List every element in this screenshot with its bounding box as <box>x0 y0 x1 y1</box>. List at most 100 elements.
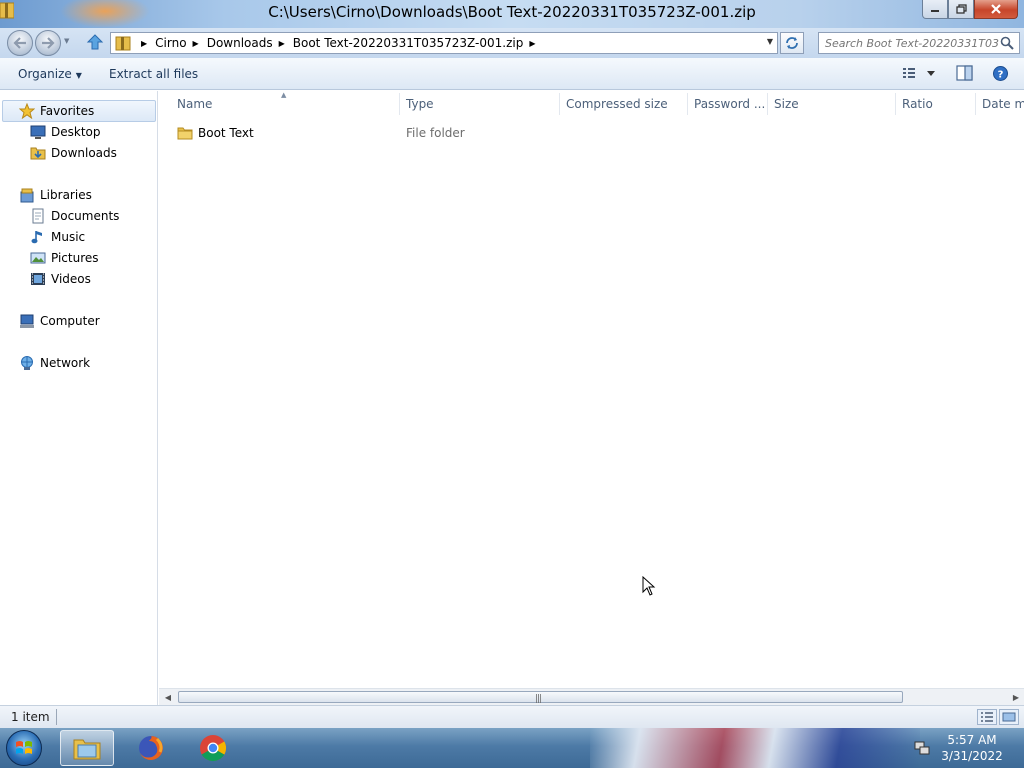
view-options-icon <box>903 68 935 78</box>
libraries-icon <box>19 187 35 203</box>
breadcrumb-separator[interactable]: ▶ <box>193 39 199 48</box>
desktop-icon <box>30 124 46 140</box>
nav-documents[interactable]: Documents <box>30 206 119 226</box>
music-icon <box>30 229 46 245</box>
search-input[interactable] <box>819 33 999 53</box>
column-header-type[interactable]: Type <box>406 97 434 111</box>
breadcrumb-item[interactable]: Downloads ▶ <box>207 36 293 50</box>
window-title: C:\Users\Cirno\Downloads\Boot Text-20220… <box>268 3 756 21</box>
chrome-icon <box>200 735 227 762</box>
minimize-button[interactable] <box>922 0 948 19</box>
taskbar-explorer[interactable] <box>60 730 114 766</box>
command-bar: Organize ▼ Extract all files ? <box>0 58 1024 90</box>
nav-network[interactable]: Network <box>19 353 90 373</box>
change-view-button[interactable] <box>900 65 940 84</box>
search-box[interactable] <box>818 32 1020 54</box>
scroll-right-button[interactable]: ▶ <box>1008 691 1024 704</box>
minimize-icon <box>931 10 939 12</box>
chevron-down-icon: ▼ <box>75 71 82 80</box>
large-icons-view-icon <box>1002 712 1016 722</box>
sort-ascending-icon: ▲ <box>281 91 287 99</box>
breadcrumb-item[interactable]: Boot Text-20220331T035723Z-001.zip ▶ <box>293 36 544 50</box>
star-icon <box>19 103 35 119</box>
windows-logo-icon <box>16 741 32 754</box>
nav-libraries[interactable]: Libraries <box>19 185 92 205</box>
status-bar: 1 item <box>0 705 1024 728</box>
large-icons-view-button[interactable] <box>999 709 1019 725</box>
videos-icon <box>30 271 46 287</box>
nav-videos[interactable]: Videos <box>30 269 91 289</box>
help-button[interactable]: ? <box>992 65 1009 85</box>
taskbar-chrome[interactable] <box>186 730 240 766</box>
column-divider[interactable] <box>559 93 560 115</box>
network-tray-icon[interactable] <box>914 740 930 756</box>
details-view-button[interactable] <box>977 709 997 725</box>
address-row: ▼ ▶ Cirno ▶ Downloads ▶ Boot Text-20220331… <box>0 28 1024 58</box>
breadcrumb-separator[interactable]: ▶ <box>279 39 285 48</box>
clock[interactable]: 5:57 AM 3/31/2022 <box>940 732 1004 764</box>
nav-downloads[interactable]: Downloads <box>30 143 117 163</box>
firefox-icon <box>139 736 163 760</box>
folder-icon <box>177 127 193 140</box>
column-header-password[interactable]: Password ... <box>694 97 765 111</box>
file-name: Boot Text <box>198 126 254 140</box>
taskbar-firefox[interactable] <box>124 730 178 766</box>
forward-button[interactable] <box>35 30 61 56</box>
title-bar: C:\Users\Cirno\Downloads\Boot Text-20220… <box>0 0 1024 28</box>
network-icon <box>19 355 35 371</box>
preview-pane-button[interactable] <box>956 65 974 85</box>
close-icon <box>991 3 1001 14</box>
column-header-ratio[interactable]: Ratio <box>902 97 933 111</box>
start-button[interactable] <box>6 730 42 766</box>
organize-button[interactable]: Organize ▼ <box>18 67 82 81</box>
grip-icon: ||| <box>535 694 542 704</box>
taskbar: 5:57 AM 3/31/2022 <box>0 728 1024 768</box>
file-type: File folder <box>406 126 465 140</box>
search-icon[interactable] <box>1000 36 1014 50</box>
restore-button[interactable] <box>948 0 974 19</box>
nav-desktop[interactable]: Desktop <box>30 122 101 142</box>
svg-text:?: ? <box>998 70 1004 81</box>
column-header-compressed-size[interactable]: Compressed size <box>566 97 668 111</box>
nav-favorites[interactable]: Favorites <box>19 101 94 121</box>
recent-pages-dropdown[interactable]: ▼ <box>64 37 69 45</box>
up-button[interactable] <box>86 33 104 54</box>
column-divider[interactable] <box>767 93 768 115</box>
column-header-name[interactable]: Name <box>177 97 212 111</box>
file-row[interactable]: Boot Text File folder <box>159 122 1024 144</box>
address-dropdown[interactable]: ▼ <box>767 37 773 46</box>
column-divider[interactable] <box>895 93 896 115</box>
mouse-cursor-icon <box>642 576 656 596</box>
nav-pictures[interactable]: Pictures <box>30 248 99 268</box>
computer-icon <box>19 313 35 329</box>
documents-icon <box>30 208 46 224</box>
breadcrumb-separator[interactable]: ▶ <box>141 39 147 48</box>
close-button[interactable] <box>974 0 1018 19</box>
column-header-date-modified[interactable]: Date mo <box>982 97 1024 111</box>
nav-computer[interactable]: Computer <box>19 311 100 331</box>
column-divider[interactable] <box>687 93 688 115</box>
column-header-size[interactable]: Size <box>774 97 799 111</box>
navigation-pane: Favorites Desktop Downloads Libraries Do… <box>0 91 158 705</box>
scrollbar-thumb[interactable]: ||| <box>178 691 903 704</box>
nav-music[interactable]: Music <box>30 227 85 247</box>
back-button[interactable] <box>7 30 33 56</box>
breadcrumb-separator[interactable]: ▶ <box>529 39 535 48</box>
horizontal-scrollbar[interactable]: ◀ ||| ▶ <box>159 688 1024 705</box>
refresh-button[interactable] <box>780 32 804 54</box>
restore-icon <box>955 4 967 14</box>
clock-time: 5:57 AM <box>947 733 997 747</box>
extract-all-button[interactable]: Extract all files <box>109 67 198 81</box>
column-headers: ▲ Name Type Compressed size Password ...… <box>159 91 1024 115</box>
file-list: ▲ Name Type Compressed size Password ...… <box>159 91 1024 691</box>
item-count: 1 item <box>11 710 50 724</box>
zip-folder-icon <box>115 36 131 51</box>
downloads-folder-icon <box>30 145 46 161</box>
column-divider[interactable] <box>975 93 976 115</box>
back-arrow-icon <box>13 37 26 49</box>
address-bar[interactable]: ▶ Cirno ▶ Downloads ▶ Boot Text-20220331T0… <box>110 32 778 54</box>
explorer-folder-icon <box>73 739 101 760</box>
column-divider[interactable] <box>399 93 400 115</box>
scroll-left-button[interactable]: ◀ <box>160 691 176 704</box>
breadcrumb-item[interactable]: Cirno ▶ <box>155 36 207 50</box>
